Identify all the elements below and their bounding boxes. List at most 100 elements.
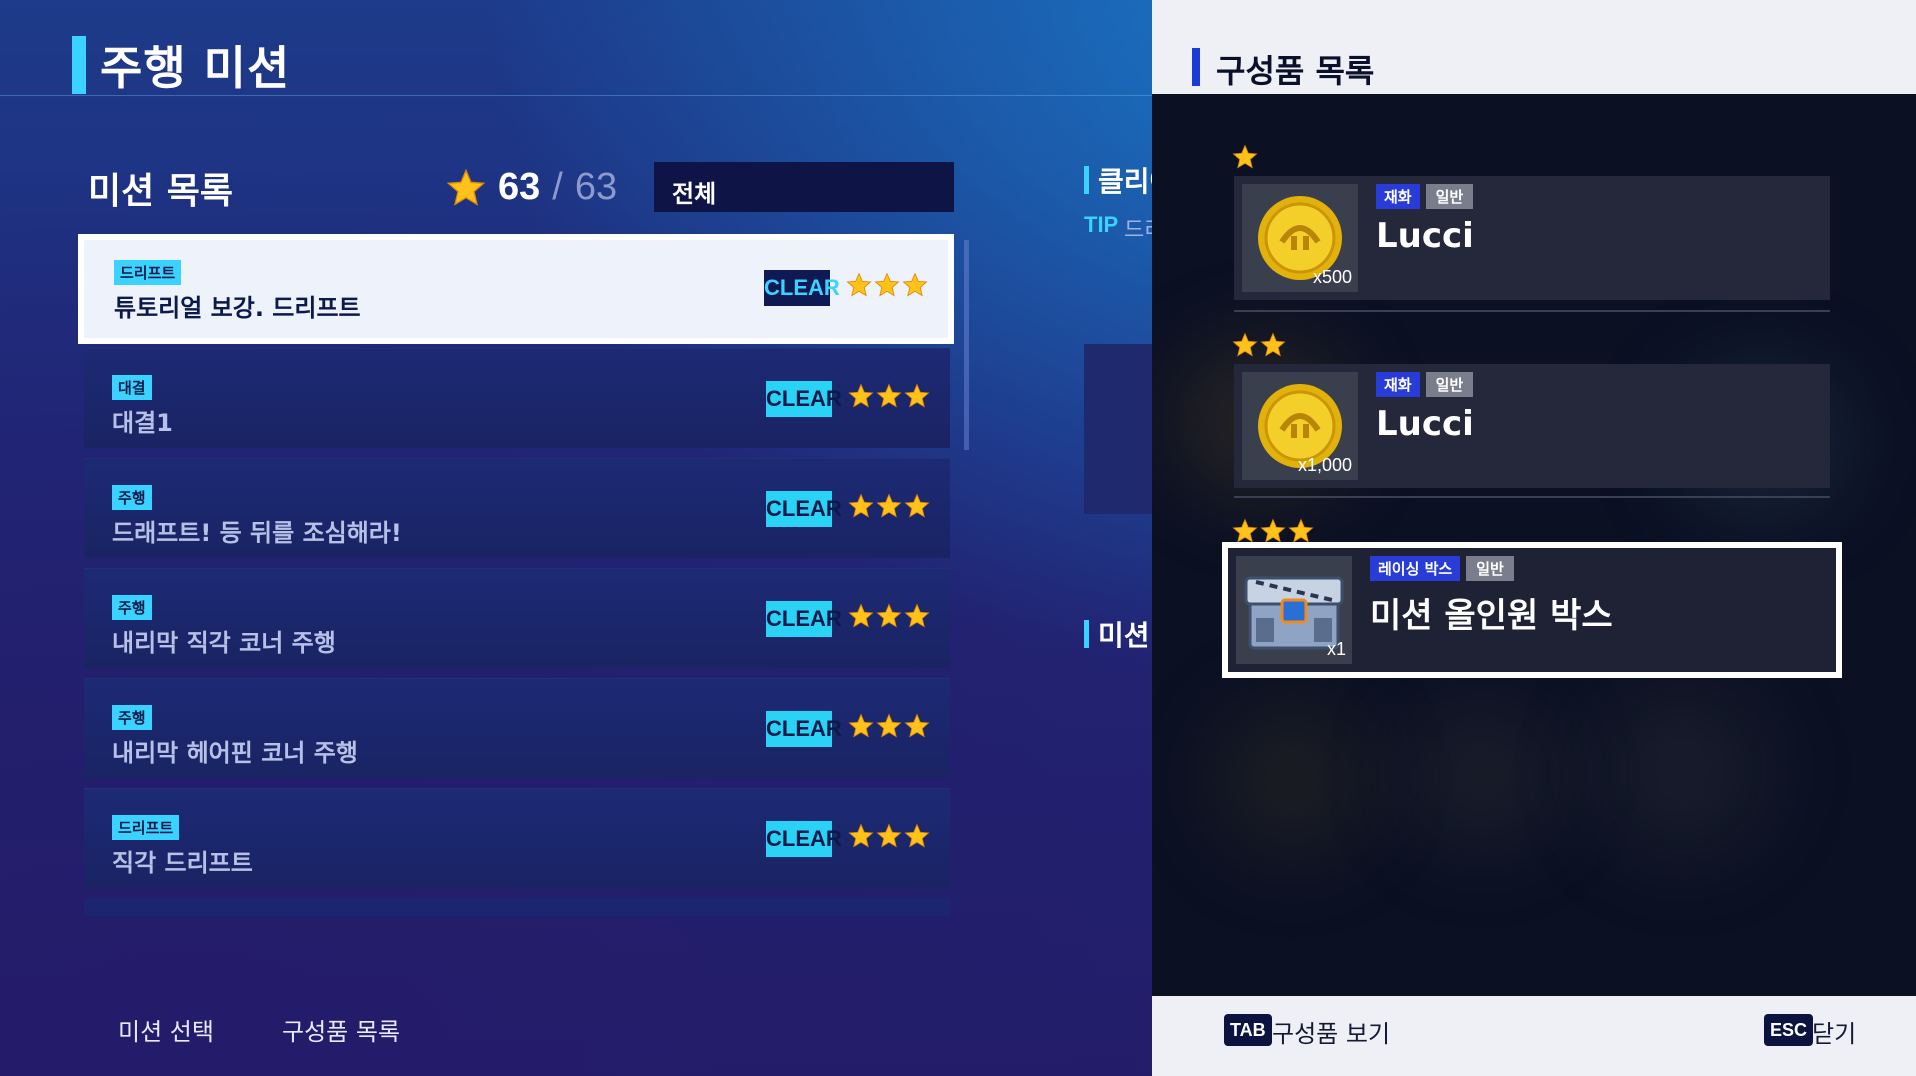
clear-badge: CLEAR — [766, 711, 842, 747]
star-icon — [848, 713, 874, 738]
mission-name: 드래프트! 등 뒤를 조심해라! — [112, 519, 402, 547]
reward-grade-badge: 일반 — [1425, 184, 1474, 209]
mission-row[interactable]: 드리프트 튜토리얼 보강. 드리프트 CLEAR — [78, 234, 954, 344]
background-glow — [1592, 680, 1772, 860]
mission-stars — [848, 383, 930, 409]
section-accent-bar — [1084, 166, 1089, 194]
mission-tag: 드리프트 — [112, 815, 180, 840]
reward-badges: 레이싱 박스 일반 — [1370, 556, 1514, 581]
star-icon — [1232, 518, 1258, 543]
mission-row-partial[interactable] — [84, 898, 950, 916]
view-rewards-label[interactable]: 구성품 보기 — [1272, 1014, 1390, 1049]
clear-badge: CLEAR — [766, 821, 842, 857]
mission-tag: 대결 — [112, 375, 152, 400]
star-icon — [1260, 518, 1286, 543]
mission-row[interactable]: 대결 대결1 CLEAR — [84, 348, 950, 448]
clear-badge: CLEAR — [766, 381, 842, 417]
star-icon — [904, 493, 930, 518]
mission-stars — [848, 493, 930, 519]
close-label[interactable]: 닫기 — [1812, 1014, 1856, 1049]
reward-list-button[interactable]: 구성품 목록 — [282, 1012, 400, 1047]
mission-stars — [848, 823, 930, 849]
mission-row[interactable]: 주행 내리막 직각 코너 주행 CLEAR — [84, 568, 950, 668]
stars-current: 63 — [498, 166, 541, 208]
mission-row[interactable]: 주행 드래프트! 등 뒤를 조심해라! CLEAR — [84, 458, 950, 558]
tier-stars — [1232, 518, 1314, 544]
mission-name: 튜토리얼 보강. 드리프트 — [114, 294, 361, 322]
page-title: 주행 미션 — [100, 41, 291, 95]
reward-item-selected[interactable]: x1 레이싱 박스 일반 미션 올인원 박스 — [1222, 542, 1842, 678]
mission-name: 직각 드리프트 — [112, 849, 253, 877]
mission-name: 대결1 — [112, 409, 173, 437]
reward-title-accent-bar — [1192, 48, 1200, 86]
star-icon — [848, 383, 874, 408]
mission-tag: 드리프트 — [114, 260, 182, 285]
title-accent-bar — [72, 36, 86, 94]
mission-list-scrollbar[interactable] — [964, 240, 969, 450]
star-icon — [1232, 332, 1258, 357]
star-icon — [904, 603, 930, 628]
reward-grade-badge: 일반 — [1466, 556, 1514, 581]
mission-name: 내리막 헤어핀 코너 주행 — [112, 739, 358, 767]
reward-name: Lucci — [1376, 404, 1474, 444]
reward-type-badge: 재화 — [1376, 184, 1420, 209]
reward-quantity: x1 — [1326, 639, 1346, 659]
star-icon — [848, 493, 874, 518]
reward-grade-badge: 일반 — [1425, 372, 1474, 397]
stars-separator: / — [552, 166, 563, 208]
star-icon — [904, 383, 930, 408]
mission-tag: 주행 — [112, 595, 152, 620]
star-icon — [876, 493, 902, 518]
reward-name: Lucci — [1376, 216, 1474, 256]
mission-row[interactable]: 주행 내리막 헤어핀 코너 주행 CLEAR — [84, 678, 950, 778]
tip-label: TIP — [1084, 212, 1119, 237]
tier-stars — [1232, 144, 1258, 170]
mission-preview-box — [1084, 344, 1154, 514]
mission-stars — [846, 272, 928, 298]
mission-row[interactable]: 드리프트 직각 드리프트 CLEAR — [84, 788, 950, 888]
star-icon — [848, 603, 874, 628]
tab-key-icon[interactable]: TAB — [1224, 1014, 1272, 1046]
esc-key-icon[interactable]: ESC — [1764, 1014, 1814, 1046]
reward-thumbnail: x1,000 — [1242, 372, 1358, 480]
reward-item[interactable]: x1,000 재화 일반 Lucci — [1234, 364, 1830, 488]
reward-panel-footer: TAB 구성품 보기 ESC 닫기 — [1152, 996, 1916, 1076]
tier-stars — [1232, 332, 1286, 358]
reward-thumbnail: x500 — [1242, 184, 1358, 292]
clear-reward-label: 클리어 — [1098, 165, 1152, 198]
reward-badges: 재화 일반 — [1376, 184, 1474, 209]
filter-dropdown[interactable]: 전체 — [654, 162, 954, 212]
stars-max: 63 — [574, 166, 618, 208]
star-icon — [1288, 518, 1314, 543]
mission-info-label: 미션 — [1098, 619, 1150, 652]
star-icon — [904, 713, 930, 738]
reward-item[interactable]: x500 재화 일반 Lucci — [1234, 176, 1830, 300]
star-icon — [904, 823, 930, 848]
reward-badges: 재화 일반 — [1376, 372, 1474, 397]
star-icon — [848, 823, 874, 848]
clear-badge: CLEAR — [764, 270, 840, 306]
reward-type-badge: 재화 — [1376, 372, 1420, 397]
mission-stars — [848, 603, 930, 629]
section-accent-bar — [1084, 620, 1089, 648]
star-icon — [846, 272, 872, 297]
star-icon — [876, 823, 902, 848]
reward-quantity: x1,000 — [1297, 455, 1352, 475]
clear-badge: CLEAR — [766, 491, 842, 527]
star-icon — [876, 713, 902, 738]
star-icon — [446, 168, 486, 206]
mission-tag: 주행 — [112, 485, 152, 510]
star-icon — [876, 603, 902, 628]
star-total: 63 / 63 — [446, 166, 617, 209]
mission-list-title: 미션 목록 — [88, 171, 234, 212]
divider — [1234, 496, 1830, 498]
star-icon — [1232, 144, 1258, 169]
mission-select-button[interactable]: 미션 선택 — [118, 1012, 214, 1047]
background-glow — [1212, 700, 1372, 860]
reward-panel: 구성품 목록 x500 재화 일반 Lucci x1,000 재화 일반 Luc… — [1152, 0, 1916, 1076]
divider — [1234, 310, 1830, 312]
tip-text: 드리 — [1124, 218, 1152, 243]
reward-quantity: x500 — [1312, 267, 1352, 287]
star-icon — [902, 272, 928, 297]
star-icon — [876, 383, 902, 408]
